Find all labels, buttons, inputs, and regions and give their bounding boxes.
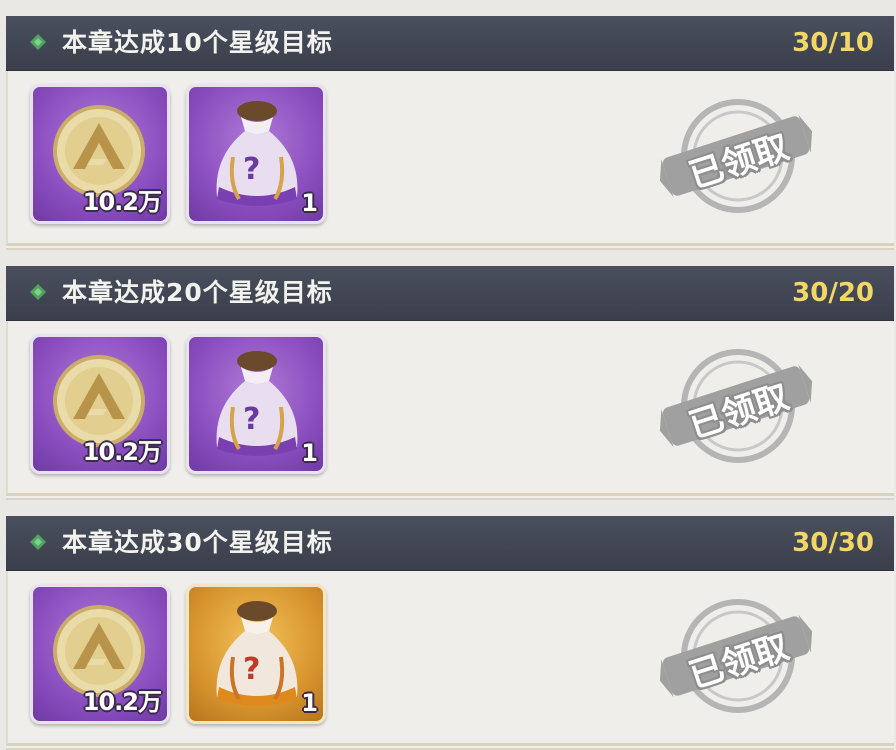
mission-title: 本章达成30个星级目标: [62, 528, 333, 557]
mission-header: 本章达成30个星级目标 30/30: [6, 516, 894, 570]
svg-text:?: ?: [243, 652, 260, 687]
reward-quantity: 1: [301, 189, 318, 217]
reward-slot-bag[interactable]: ? 1: [186, 584, 326, 724]
mission-title: 本章达成10个星级目标: [62, 28, 333, 57]
diamond-icon: [30, 284, 46, 300]
mission-card: 本章达成10个星级目标 30/10 10.2万 ? 1 已领取: [6, 16, 894, 250]
reward-slot-coin[interactable]: 10.2万: [30, 584, 170, 724]
reward-slot-bag[interactable]: ? 1: [186, 334, 326, 474]
mission-header: 本章达成20个星级目标 30/20: [6, 266, 894, 320]
diamond-icon: [30, 34, 46, 50]
reward-quantity: 10.2万: [82, 188, 162, 216]
reward-quantity: 10.2万: [82, 438, 162, 466]
svg-text:?: ?: [243, 152, 260, 187]
mission-progress: 30/30: [792, 528, 874, 558]
mission-card: 本章达成20个星级目标 30/20 10.2万 ? 1 已领取: [6, 266, 894, 500]
reward-quantity: 1: [301, 439, 318, 467]
reward-slot-bag[interactable]: ? 1: [186, 84, 326, 224]
claimed-stamp: 已领取: [656, 592, 816, 722]
mission-progress: 30/20: [792, 278, 874, 308]
reward-quantity: 10.2万: [82, 688, 162, 716]
svg-text:?: ?: [243, 402, 260, 437]
reward-slot-coin[interactable]: 10.2万: [30, 334, 170, 474]
mission-header: 本章达成10个星级目标 30/10: [6, 16, 894, 70]
reward-slot-coin[interactable]: 10.2万: [30, 84, 170, 224]
claimed-stamp: 已领取: [656, 342, 816, 472]
reward-quantity: 1: [301, 689, 318, 717]
mission-progress: 30/10: [792, 28, 874, 58]
claimed-stamp: 已领取: [656, 92, 816, 222]
diamond-icon: [30, 534, 46, 550]
mission-title: 本章达成20个星级目标: [62, 278, 333, 307]
mission-card: 本章达成30个星级目标 30/30 10.2万 ? 1 已领取: [6, 516, 894, 750]
